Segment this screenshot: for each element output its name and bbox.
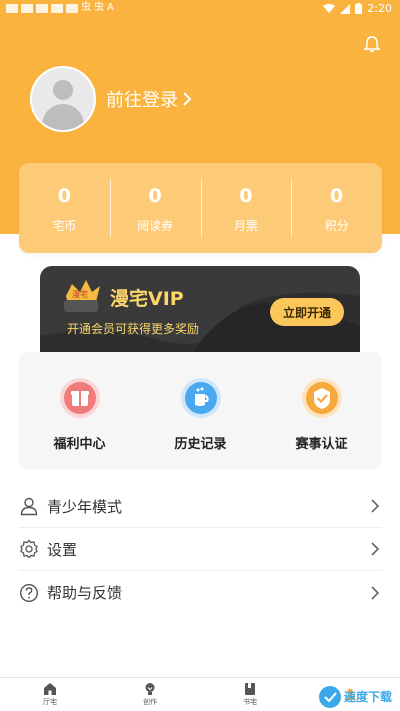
- avatar[interactable]: [30, 66, 96, 132]
- feature-competition-cert[interactable]: 赛事认证: [261, 352, 382, 469]
- stat-monthly-tickets[interactable]: 0 月票: [200, 163, 292, 253]
- menu-item-settings[interactable]: 设置: [19, 528, 382, 571]
- home-icon: [44, 683, 56, 695]
- stat-value: 0: [148, 185, 162, 207]
- feature-history[interactable]: 历史记录: [140, 352, 261, 469]
- stats-card: 0 宅币 0 阅读券 0 月票 0 积分: [19, 163, 382, 253]
- status-bar: 虫 虫 A 2:20: [0, 0, 400, 18]
- chevron-right-icon: [371, 585, 380, 600]
- stat-label: 月票: [233, 219, 258, 233]
- signal-icon: [340, 3, 351, 14]
- login-link[interactable]: 前往登录: [106, 86, 192, 112]
- nav-item-bookshelf[interactable]: 书宅: [200, 678, 300, 711]
- menu-label: 青少年模式: [47, 497, 123, 516]
- wifi-icon: [323, 3, 336, 13]
- bug-icon: 虫: [81, 2, 91, 13]
- login-label: 前往登录: [106, 90, 178, 111]
- bulb-icon: [145, 683, 155, 695]
- menu-item-help-feedback[interactable]: 帮助与反馈: [19, 571, 382, 614]
- nav-label: 厅宅: [43, 698, 57, 706]
- watermark-text: 速度下载: [344, 689, 392, 704]
- gear-icon: [20, 539, 38, 559]
- bug-icon: 虫: [94, 2, 104, 13]
- bell-icon[interactable]: [362, 34, 382, 54]
- clock: 2:20: [367, 2, 392, 15]
- chevron-right-icon: [371, 499, 380, 513]
- feature-grid: 福利中心 历史记录 赛事认证: [19, 352, 382, 469]
- feature-label: 历史记录: [174, 437, 227, 452]
- nav-label: 创作: [143, 698, 157, 706]
- watermark-logo: 速度下载: [319, 686, 392, 708]
- history-icon: [180, 378, 221, 418]
- question-icon: [19, 583, 39, 602]
- badge-icon: [301, 378, 342, 418]
- vip-logo-text: 漫宅: [72, 289, 88, 299]
- chevron-right-icon: [183, 92, 192, 106]
- person-icon: [20, 497, 38, 516]
- menu-label: 帮助与反馈: [47, 584, 123, 602]
- settings-menu: 青少年模式 设置 帮助与反馈: [19, 485, 382, 614]
- vip-banner[interactable]: 漫宅 漫宅VIP 开通会员可获得更多奖励 立即开通: [40, 266, 360, 356]
- stat-value: 0: [57, 185, 71, 207]
- open-vip-button[interactable]: 立即开通: [270, 298, 344, 326]
- notification-icon: [51, 3, 63, 13]
- feature-label: 赛事认证: [295, 437, 348, 452]
- notification-icon: [36, 3, 48, 13]
- vip-subtitle: 开通会员可获得更多奖励: [67, 322, 200, 336]
- stat-points[interactable]: 0 积分: [291, 163, 382, 253]
- stat-reading-tickets[interactable]: 0 阅读券: [109, 163, 201, 253]
- stat-label: 阅读券: [137, 219, 174, 233]
- feature-welfare-center[interactable]: 福利中心: [19, 352, 140, 469]
- stat-value: 0: [330, 185, 344, 207]
- image-icon: [66, 3, 78, 13]
- nav-item-create[interactable]: 创作: [100, 678, 200, 711]
- stat-coins[interactable]: 0 宅币: [19, 163, 110, 253]
- vip-crown-icon: 漫宅: [64, 280, 100, 312]
- stat-value: 0: [239, 185, 253, 207]
- chevron-right-icon: [371, 542, 380, 556]
- battery-icon: [355, 3, 363, 14]
- stat-label: 积分: [324, 219, 349, 233]
- nav-item-home[interactable]: 厅宅: [0, 678, 100, 711]
- book-icon: [245, 683, 255, 695]
- vip-title: 漫宅VIP: [110, 288, 184, 310]
- a-icon: A: [107, 2, 114, 13]
- gift-icon: [59, 378, 100, 418]
- notification-icon: [21, 3, 33, 13]
- menu-label: 设置: [47, 540, 78, 559]
- notification-icon: [6, 3, 18, 13]
- feature-label: 福利中心: [53, 437, 106, 452]
- nav-label: 书宅: [243, 698, 257, 706]
- menu-item-teen-mode[interactable]: 青少年模式: [19, 485, 382, 528]
- stat-label: 宅币: [52, 219, 77, 233]
